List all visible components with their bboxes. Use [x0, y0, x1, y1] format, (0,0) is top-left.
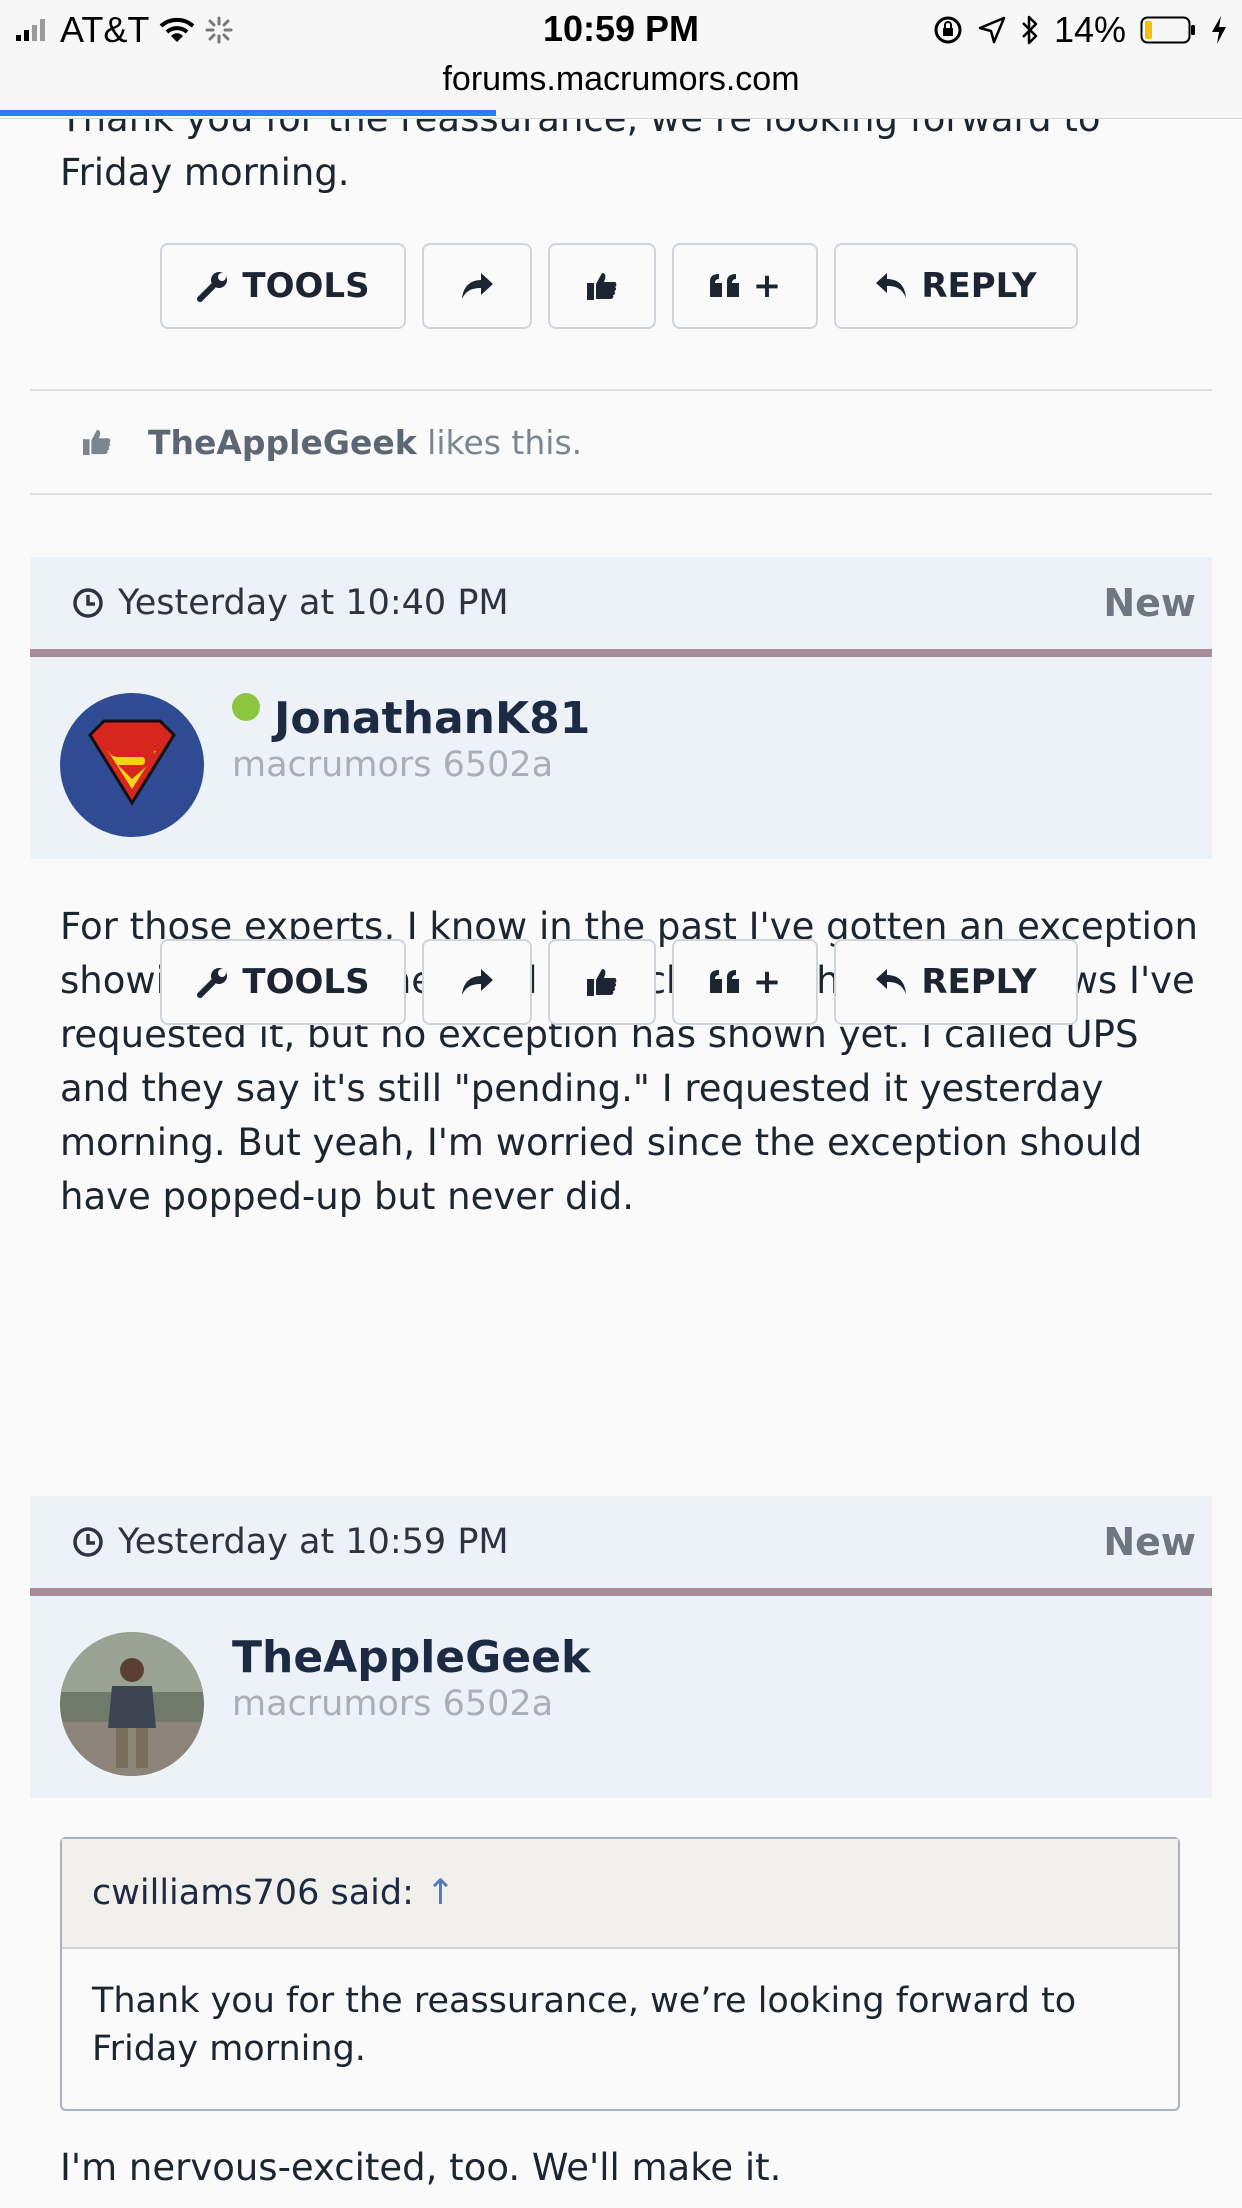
post-actions: TOOLS + REPLY	[160, 243, 1078, 329]
battery-percent: 14%	[1053, 9, 1126, 50]
like-button[interactable]	[548, 939, 656, 1025]
multiquote-plus: +	[752, 266, 782, 306]
battery-icon	[1140, 16, 1195, 44]
share-button[interactable]	[422, 939, 532, 1025]
rotation-lock-icon	[934, 16, 962, 44]
thumbs-up-icon	[83, 429, 111, 456]
superman-logo-avatar	[60, 693, 204, 837]
reply-button[interactable]: REPLY	[834, 243, 1078, 329]
address-bar-url[interactable]: forums.macrumors.com	[0, 60, 1242, 99]
post-header: Yesterday at 10:40 PM New	[30, 557, 1212, 657]
tools-button[interactable]: TOOLS	[160, 243, 406, 329]
post-date-text: Yesterday at 10:59 PM	[118, 1522, 509, 1562]
likes-summary: TheAppleGeek likes this.	[30, 389, 1212, 495]
quote-author: cwilliams706 said:	[92, 1873, 414, 1913]
thread-content: Thank you for the reassurance, we’re loo…	[0, 119, 1242, 2208]
user-title: macrumors 6502a	[232, 745, 554, 785]
quote-text: Thank you for the reassurance, we’re loo…	[92, 1981, 1077, 2069]
quote-block: cwilliams706 said: ↑ Thank you for the r…	[60, 1837, 1180, 2111]
post-date[interactable]: Yesterday at 10:40 PM	[72, 557, 509, 649]
page-load-progress	[0, 110, 496, 116]
likes-text: TheAppleGeek likes this.	[148, 423, 582, 462]
thumbs-up-icon	[587, 273, 617, 300]
online-status-dot	[232, 693, 260, 721]
post-author: TheAppleGeek macrumors 6502a	[30, 1596, 1212, 1798]
reply-label: REPLY	[921, 266, 1037, 306]
quote-icon	[709, 274, 739, 297]
post-date[interactable]: Yesterday at 10:59 PM	[72, 1496, 509, 1588]
post-body: Thank you for the reassurance, we’re loo…	[60, 119, 1100, 194]
post-header: Yesterday at 10:59 PM New	[30, 1496, 1212, 1596]
reply-label: REPLY	[921, 962, 1037, 1002]
share-icon	[462, 969, 493, 995]
share-icon	[462, 273, 493, 299]
multiquote-button[interactable]: +	[672, 939, 818, 1025]
jump-to-quote-link[interactable]: ↑	[426, 1873, 455, 1913]
liker-name[interactable]: TheAppleGeek	[148, 423, 417, 462]
avatar[interactable]	[60, 1632, 204, 1776]
bluetooth-icon	[1022, 15, 1038, 45]
quote-header: cwilliams706 said: ↑	[62, 1839, 1178, 1949]
tools-label: TOOLS	[242, 962, 370, 1002]
post-actions: TOOLS + REPLY	[160, 939, 1078, 1025]
charging-icon	[1212, 16, 1226, 44]
reply-icon	[876, 969, 907, 994]
clock-icon	[73, 1527, 103, 1557]
reply-button[interactable]: REPLY	[834, 939, 1078, 1025]
username[interactable]: JonathanK81	[274, 693, 590, 744]
multiquote-button[interactable]: +	[672, 243, 818, 329]
clock-icon	[73, 588, 103, 618]
post-date-text: Yesterday at 10:40 PM	[118, 583, 509, 623]
status-bar: AT&T 10:59 PM 14% forums.macrumors.com	[0, 0, 1242, 119]
like-button[interactable]	[548, 243, 656, 329]
likes-suffix: likes this.	[427, 422, 583, 462]
status-right: 14%	[932, 8, 1228, 52]
avatar[interactable]	[60, 693, 204, 837]
post-body: I'm nervous-excited, too. We'll make it.	[60, 2146, 782, 2189]
new-badge: New	[1103, 581, 1196, 625]
quote-icon	[709, 970, 739, 993]
user-photo-avatar	[60, 1632, 204, 1776]
post-author: JonathanK81 macrumors 6502a	[30, 657, 1212, 859]
tools-button[interactable]: TOOLS	[160, 939, 406, 1025]
user-title: macrumors 6502a	[232, 1684, 554, 1724]
location-icon	[978, 16, 1006, 44]
reply-icon	[876, 273, 907, 298]
share-button[interactable]	[422, 243, 532, 329]
new-badge: New	[1103, 1520, 1196, 1564]
multiquote-plus: +	[752, 962, 782, 1002]
wrench-icon	[197, 968, 228, 998]
wrench-icon	[197, 272, 228, 302]
tools-label: TOOLS	[242, 266, 370, 306]
username[interactable]: TheAppleGeek	[232, 1632, 590, 1683]
thumbs-up-icon	[587, 969, 617, 996]
